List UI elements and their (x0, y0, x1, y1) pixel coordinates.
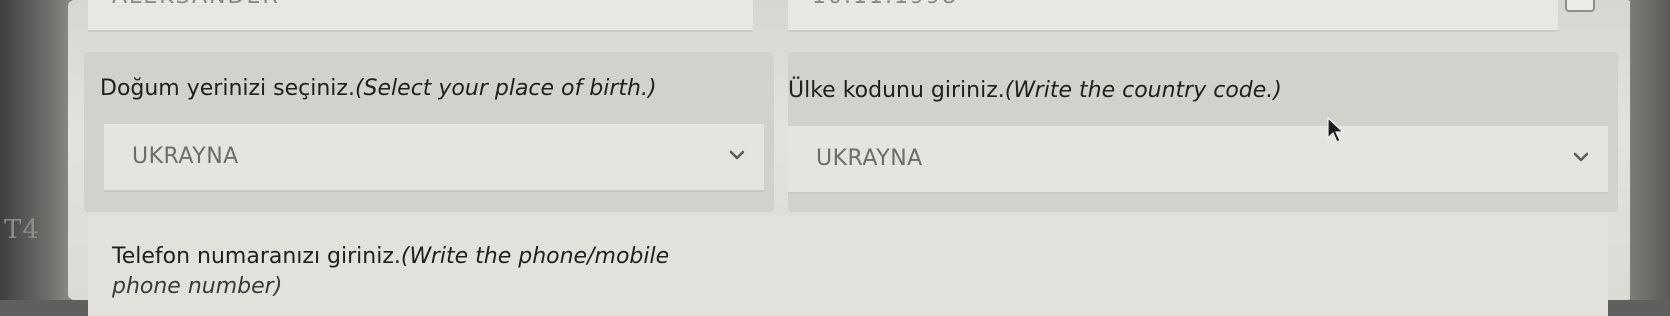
chevron-down-icon (1573, 152, 1589, 162)
birthplace-label-tr: Doğum yerinizi seçiniz. (100, 76, 355, 101)
birthdate-field[interactable]: 10.11.1998 (788, 0, 1558, 32)
birthplace-label: Doğum yerinizi seçiniz.(Select your plac… (100, 76, 657, 101)
country-code-select[interactable]: UKRAYNA (788, 126, 1608, 194)
country-code-selected-value: UKRAYNA (816, 146, 923, 171)
checkbox[interactable] (1565, 0, 1595, 12)
phone-section: Telefon numaranızı giriniz.(Write the ph… (88, 216, 1608, 316)
bezel-marking: T4 (4, 215, 40, 245)
country-code-label-en: (Write the country code.) (1004, 78, 1282, 103)
country-code-label: Ülke kodunu giriniz.(Write the country c… (788, 78, 1282, 103)
mouse-cursor-icon (1327, 116, 1345, 143)
name-field[interactable]: ALEKSANDER (88, 0, 753, 32)
name-field-value: ALEKSANDER (112, 0, 280, 9)
monitor-bezel-right (1630, 0, 1670, 300)
birthdate-field-value: 10.11.1998 (812, 0, 958, 9)
country-code-label-tr: Ülke kodunu giriniz. (788, 78, 1005, 103)
phone-label: Telefon numaranızı giriniz.(Write the ph… (112, 242, 812, 302)
phone-label-tr: Telefon numaranızı giriniz. (112, 244, 401, 269)
phone-label-en-line1: (Write the phone/mobile (400, 244, 670, 269)
birthplace-label-en: (Select your place of birth.) (354, 76, 657, 101)
birthplace-select[interactable]: UKRAYNA (104, 124, 764, 192)
previous-fields-row: ALEKSANDER 10.11.1998 (88, 0, 1623, 43)
form-panel: ALEKSANDER 10.11.1998 Doğum yerinizi seç… (68, 0, 1633, 316)
chevron-down-icon (729, 150, 745, 160)
country-code-section: Ülke kodunu giriniz.(Write the country c… (788, 52, 1618, 212)
birthplace-selected-value: UKRAYNA (132, 144, 239, 169)
phone-label-en-line2: phone number) (112, 274, 283, 299)
birthplace-section: Doğum yerinizi seçiniz.(Select your plac… (84, 52, 774, 212)
monitor-bezel-left (0, 0, 70, 300)
